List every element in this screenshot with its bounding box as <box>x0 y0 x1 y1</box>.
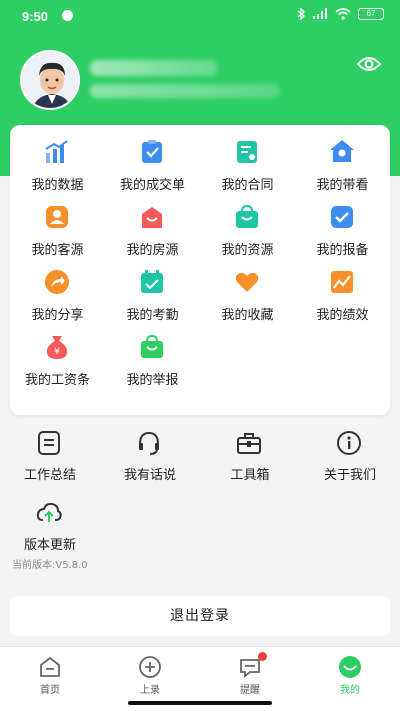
document-icon <box>38 431 60 455</box>
grid-item-my-data[interactable]: 我的数据 <box>10 125 105 193</box>
clipboard-check-icon <box>142 140 162 163</box>
tool-toolbox[interactable]: 工具箱 <box>200 418 300 483</box>
grid-item-label: 我的绩效 <box>316 308 369 323</box>
grid-item-my-customers[interactable]: 我的客源 <box>10 190 105 258</box>
grid-item-my-payslip[interactable]: ¥ 我的工资条 <box>10 320 105 388</box>
grid-item-my-attendance[interactable]: 我的考勤 <box>105 255 200 323</box>
tab-label: 我的 <box>340 685 360 696</box>
tool-about-us[interactable]: 关于我们 <box>300 418 400 483</box>
my-features-card: 我的数据 我的成交单 我的合同 我的带看 我的客源 我的房源 我的资源 我的报备… <box>10 125 390 415</box>
grid-item-my-performance[interactable]: 我的绩效 <box>295 255 390 323</box>
heart-icon <box>235 272 259 292</box>
plus-circle-icon <box>139 656 161 678</box>
svg-text:¥: ¥ <box>54 347 60 357</box>
signal-icon <box>313 8 327 19</box>
cloud-upload-icon <box>36 502 62 522</box>
calendar-check-icon <box>141 270 163 293</box>
money-bag-icon: ¥ <box>46 336 68 359</box>
grid-item-label: 我的举报 <box>126 373 179 388</box>
user-name-redacted <box>90 60 218 76</box>
tool-label: 版本更新 <box>23 538 76 553</box>
wifi-icon <box>335 8 351 20</box>
tab-label: 上录 <box>140 685 160 696</box>
share-icon <box>45 270 69 294</box>
tab-mine[interactable]: 我的 <box>300 647 400 699</box>
grid-item-label: 我的收藏 <box>221 308 274 323</box>
tool-feedback[interactable]: 我有话说 <box>100 418 200 483</box>
tool-version-update[interactable]: 版本更新 <box>0 488 100 553</box>
grid-item-my-contracts[interactable]: 我的合同 <box>200 125 295 193</box>
user-info-redacted <box>90 84 280 98</box>
toolbox-icon <box>237 433 261 454</box>
tab-record[interactable]: 上录 <box>100 647 200 699</box>
report-bag-icon <box>141 334 163 358</box>
status-bar: 9:50 67 <box>0 0 400 32</box>
contract-icon <box>237 141 257 163</box>
grid-item-my-favorites[interactable]: 我的收藏 <box>200 255 295 323</box>
house-location-icon <box>330 140 354 162</box>
performance-chart-icon <box>331 271 353 293</box>
status-time: 9:50 <box>22 9 49 24</box>
checkbox-icon <box>331 206 353 228</box>
grid-item-my-deals[interactable]: 我的成交单 <box>105 125 200 193</box>
grid-item-my-shares[interactable]: 我的分享 <box>10 255 105 323</box>
battery-icon: 67 <box>358 8 384 20</box>
logout-button[interactable]: 退出登录 <box>10 596 390 636</box>
headset-icon <box>139 431 159 455</box>
grid-item-my-whistleblow[interactable]: 我的举报 <box>105 320 200 388</box>
grid-item-my-viewings[interactable]: 我的带看 <box>295 125 390 193</box>
avatar[interactable] <box>20 50 80 110</box>
tab-reminders[interactable]: 提醒 <box>200 647 300 699</box>
info-icon <box>337 431 361 455</box>
resource-bag-icon <box>236 204 258 228</box>
grid-item-my-resources[interactable]: 我的资源 <box>200 190 295 258</box>
grid-item-label: 我的工资条 <box>24 373 90 388</box>
home-indicator <box>128 701 272 705</box>
tab-home[interactable]: 首页 <box>0 647 100 699</box>
customer-icon <box>46 206 68 228</box>
unread-badge <box>258 652 267 661</box>
grid-item-my-houses[interactable]: 我的房源 <box>105 190 200 258</box>
tab-label: 首页 <box>40 685 60 696</box>
tool-label: 工作总结 <box>23 468 76 483</box>
house-bag-icon <box>142 207 162 228</box>
bar-chart-icon <box>45 140 68 163</box>
tool-label: 工具箱 <box>230 468 270 483</box>
grid-item-my-reports[interactable]: 我的报备 <box>295 190 390 258</box>
notification-icon <box>62 10 73 21</box>
home-icon <box>40 656 60 677</box>
bluetooth-icon <box>297 8 305 20</box>
current-version-text: 当前版本:V5.8.0 <box>12 560 88 571</box>
profile-smile-icon <box>339 656 361 678</box>
tool-label: 关于我们 <box>323 468 376 483</box>
tab-label: 提醒 <box>240 685 260 696</box>
tool-label: 我有话说 <box>123 468 176 483</box>
tools-section: 工作总结 我有话说 工具箱 关于我们 版本更新 <box>0 418 400 576</box>
tool-work-summary[interactable]: 工作总结 <box>0 418 100 483</box>
eye-icon[interactable] <box>356 54 382 74</box>
